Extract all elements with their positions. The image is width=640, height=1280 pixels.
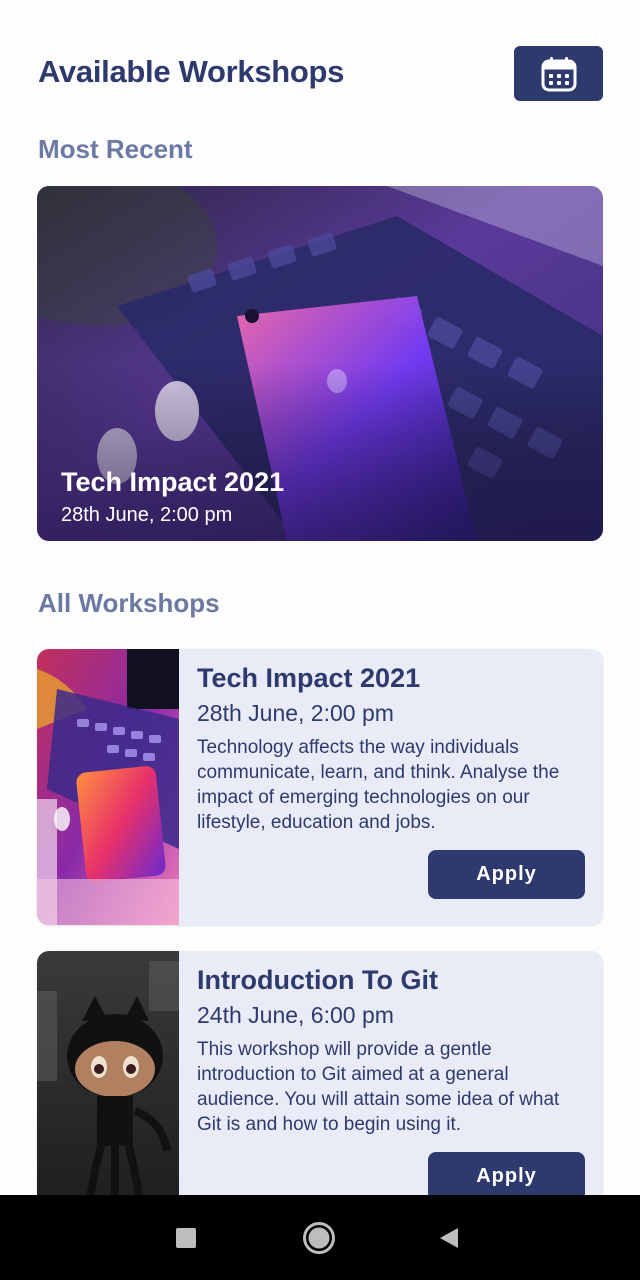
workshop-card[interactable]: Introduction To Git 24th June, 6:00 pm T… [37, 951, 603, 1195]
square-icon [176, 1228, 196, 1248]
workshop-title: Tech Impact 2021 [197, 663, 421, 693]
app-screen: Available Workshops Most Recent Tech Imp… [0, 0, 640, 1280]
most-recent-heading: Most Recent [38, 134, 193, 164]
workshop-thumbnail [37, 951, 179, 1195]
circle-icon [303, 1222, 335, 1254]
calendar-button[interactable] [514, 46, 603, 101]
apply-button[interactable]: Apply [428, 850, 585, 899]
page-title: Available Workshops [38, 54, 345, 89]
featured-workshop-title: Tech Impact 2021 [61, 467, 285, 497]
workshop-description: This workshop will provide a gentle intr… [197, 1039, 560, 1135]
header: Available Workshops [38, 46, 603, 102]
workshop-details: Tech Impact 2021 28th June, 2:00 pm Tech… [197, 661, 587, 835]
workshop-card[interactable]: Tech Impact 2021 28th June, 2:00 pm Tech… [37, 649, 603, 925]
featured-workshop-card[interactable]: Tech Impact 2021 28th June, 2:00 pm [37, 186, 603, 541]
recents-button[interactable] [163, 1215, 209, 1261]
apply-button[interactable]: Apply [428, 1152, 585, 1195]
back-button[interactable] [426, 1215, 472, 1261]
octocat-figurine-photo [37, 951, 179, 1195]
laptop-and-phone-photo [37, 649, 179, 925]
home-button[interactable] [296, 1215, 342, 1261]
calendar-icon [541, 56, 576, 91]
workshop-description: Technology affects the way individuals c… [197, 737, 560, 833]
scroll-content[interactable]: Available Workshops Most Recent Tech Imp… [0, 0, 640, 1195]
back-triangle-icon [440, 1228, 458, 1248]
featured-workshop-date: 28th June, 2:00 pm [61, 504, 233, 526]
system-navigation-bar [0, 1195, 640, 1280]
workshop-date: 28th June, 2:00 pm [197, 700, 394, 726]
workshop-date: 24th June, 6:00 pm [197, 1002, 394, 1028]
all-workshops-heading: All Workshops [38, 588, 220, 618]
workshop-thumbnail [37, 649, 179, 925]
workshop-details: Introduction To Git 24th June, 6:00 pm T… [197, 963, 587, 1137]
workshop-title: Introduction To Git [197, 965, 438, 995]
